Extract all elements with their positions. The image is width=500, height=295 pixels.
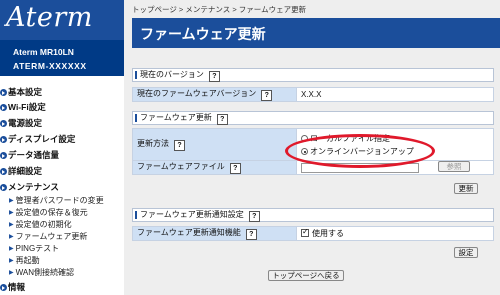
sidebar-item-display[interactable]: ディスプレイ設定 xyxy=(0,133,75,145)
sidebar-item-data-usage[interactable]: データ通信量 xyxy=(0,149,59,161)
sidebar-item-info[interactable]: 情報 xyxy=(0,281,25,293)
notification-cell: 使用する xyxy=(296,226,494,241)
section-update-notification: ファームウェア更新通知設定? xyxy=(132,208,494,222)
main-content: トップページ > メンテナンス > ファームウェア更新 ファームウェア更新 現在… xyxy=(124,0,500,295)
browse-button[interactable]: 参照 xyxy=(438,161,470,172)
arrow-right-icon: ▶ xyxy=(9,234,14,240)
arrow-right-icon: ▶ xyxy=(9,198,14,204)
sidebar-item-wifi[interactable]: Wi-Fi設定 xyxy=(0,101,46,113)
radio-button[interactable] xyxy=(301,135,308,142)
chevron-right-icon xyxy=(0,152,7,159)
sidebar-subitem-wan-check[interactable]: ▶ WAN側接続確認 xyxy=(9,267,74,279)
section-title: ファームウェア更新通知設定 xyxy=(140,210,244,219)
help-icon[interactable]: ? xyxy=(174,140,185,151)
chevron-right-icon xyxy=(0,168,7,175)
sidebar-item-maintenance[interactable]: メンテナンス xyxy=(0,181,59,193)
sidebar-item-basic[interactable]: 基本設定 xyxy=(0,86,42,98)
update-method-label: 更新方法? xyxy=(132,128,297,161)
table-row: 更新方法? ローカルファイル指定 オンラインバージョンアップ xyxy=(132,128,494,161)
help-icon[interactable]: ? xyxy=(229,163,241,174)
update-button[interactable]: 更新 xyxy=(454,183,478,194)
help-icon[interactable]: ? xyxy=(245,229,257,240)
radio-online-update[interactable]: オンラインバージョンアップ xyxy=(301,145,489,158)
arrow-right-icon: ▶ xyxy=(9,270,14,276)
section-firmware-update: ファームウェア更新? xyxy=(132,111,494,125)
sidebar-subitem-admin-password[interactable]: ▶ 管理者パスワードの変更 xyxy=(9,195,104,207)
radio-button-selected[interactable] xyxy=(301,148,308,155)
notification-label: ファームウェア更新通知機能? xyxy=(132,226,297,241)
chevron-right-icon xyxy=(0,284,7,291)
device-model: Aterm MR10LN xyxy=(13,47,74,57)
chevron-right-icon xyxy=(0,104,7,111)
section-current-version: 現在のバージョン? xyxy=(132,68,494,82)
chevron-right-icon xyxy=(0,120,7,127)
radio-local-file[interactable]: ローカルファイル指定 xyxy=(301,132,489,145)
sidebar-subitem-ping-test[interactable]: ▶ PINGテスト xyxy=(9,243,59,255)
device-ssid: ATERM-XXXXXX xyxy=(13,61,87,71)
help-icon[interactable]: ? xyxy=(248,211,260,222)
file-path-input[interactable] xyxy=(301,162,419,173)
sidebar-subitem-backup-restore[interactable]: ▶ 設定値の保存＆復元 xyxy=(9,207,88,219)
device-info: Aterm MR10LN ATERM-XXXXXX xyxy=(0,40,124,76)
sidebar-subitem-firmware-update[interactable]: ▶ ファームウェア更新 xyxy=(9,231,87,243)
arrow-right-icon: ▶ xyxy=(9,222,14,228)
arrow-right-icon: ▶ xyxy=(9,246,14,252)
chevron-right-icon xyxy=(0,136,7,143)
help-icon[interactable]: ? xyxy=(261,90,273,101)
logo-area: Aterm xyxy=(0,0,124,40)
sidebar-item-power[interactable]: 電源設定 xyxy=(0,117,42,129)
current-version-table: 現在のファームウェアバージョン? X.X.X xyxy=(132,87,494,102)
help-icon[interactable]: ? xyxy=(208,71,220,82)
breadcrumb: トップページ > メンテナンス > ファームウェア更新 xyxy=(132,5,307,14)
aterm-logo: Aterm xyxy=(6,2,93,33)
sidebar-subitem-reboot[interactable]: ▶ 再起動 xyxy=(9,255,40,267)
page-title-bar: ファームウェア更新 xyxy=(132,18,500,48)
chevron-down-icon xyxy=(0,184,7,191)
set-button[interactable]: 設定 xyxy=(454,247,478,258)
use-notification-checkbox[interactable] xyxy=(301,227,309,237)
sidebar: Aterm Aterm MR10LN ATERM-XXXXXX 基本設定 Wi-… xyxy=(0,0,124,295)
notification-table: ファームウェア更新通知機能? 使用する xyxy=(132,226,494,241)
section-title: 現在のバージョン xyxy=(140,70,204,79)
arrow-right-icon: ▶ xyxy=(9,258,14,264)
page-title: ファームウェア更新 xyxy=(140,26,266,42)
sidebar-item-advanced[interactable]: 詳細設定 xyxy=(0,165,42,177)
firmware-version-label: 現在のファームウェアバージョン? xyxy=(132,87,297,102)
table-row: ファームウェア更新通知機能? 使用する xyxy=(132,226,494,241)
table-row: 現在のファームウェアバージョン? X.X.X xyxy=(132,87,494,102)
help-icon[interactable]: ? xyxy=(216,114,228,125)
firmware-version-value: X.X.X xyxy=(296,87,494,102)
back-to-top-button[interactable]: トップページへ戻る xyxy=(268,270,344,281)
arrow-right-icon: ▶ xyxy=(9,210,14,216)
firmware-file-label: ファームウェアファイル? xyxy=(132,160,297,175)
sidebar-subitem-factory-reset[interactable]: ▶ 設定値の初期化 xyxy=(9,219,72,231)
section-title: ファームウェア更新 xyxy=(140,113,212,122)
chevron-right-icon xyxy=(0,89,7,96)
update-method-options: ローカルファイル指定 オンラインバージョンアップ xyxy=(296,128,494,161)
